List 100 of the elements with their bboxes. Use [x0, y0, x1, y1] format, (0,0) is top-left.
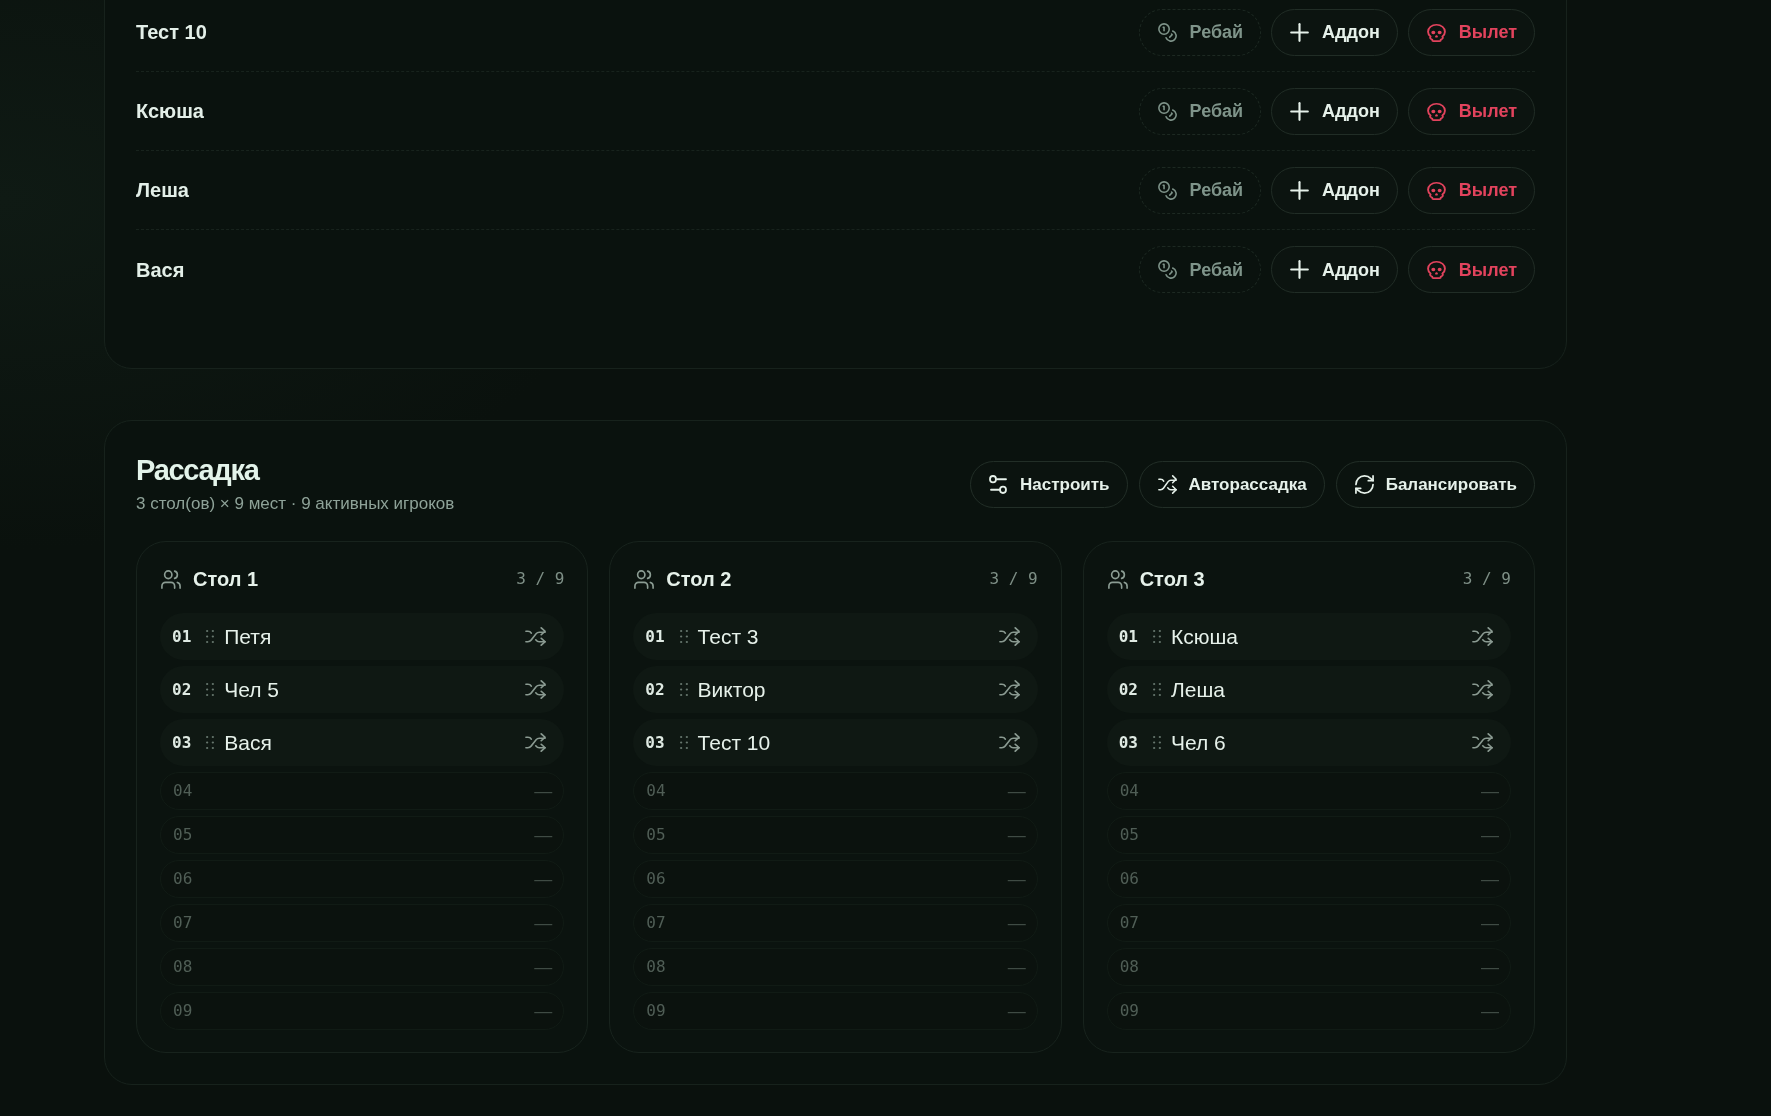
shuffle-icon[interactable]	[1472, 627, 1493, 646]
seat-row[interactable]: 01 Петя	[160, 613, 565, 660]
addon-button[interactable]: Аддон	[1271, 166, 1398, 214]
grip-icon[interactable]	[679, 683, 688, 696]
skull-icon	[1426, 22, 1446, 42]
seat-number: 08	[646, 956, 666, 978]
shuffle-icon[interactable]	[1472, 733, 1493, 752]
coins-icon	[1157, 260, 1177, 279]
player-name: Ксюша	[1170, 623, 1238, 650]
seat-row[interactable]: 03 Тест 10	[633, 719, 1038, 766]
seat-number: 07	[646, 912, 666, 934]
grip-icon[interactable]	[1152, 683, 1161, 696]
seat-number: 09	[646, 1000, 666, 1022]
player-name: Тест 10	[136, 20, 207, 45]
seat-count: 3 / 9	[516, 568, 565, 590]
seat-number: 01	[645, 625, 665, 648]
addon-button[interactable]: Аддон	[1271, 246, 1398, 293]
seat-row[interactable]: 01 Ксюша	[1106, 613, 1511, 660]
empty-seat-dash: —	[1481, 999, 1499, 1023]
shuffle-icon[interactable]	[998, 627, 1020, 646]
refresh-icon	[1354, 474, 1374, 494]
users-icon	[1107, 569, 1128, 589]
plus-icon	[1290, 260, 1310, 279]
player-name: Чел 5	[224, 676, 279, 703]
grip-icon[interactable]	[206, 630, 215, 643]
empty-seat-dash: —	[534, 823, 553, 847]
shuffle-icon[interactable]	[1472, 680, 1493, 699]
seat-number: 04	[173, 780, 193, 802]
addon-button[interactable]: Аддон	[1271, 8, 1398, 56]
seat-count: 3 / 9	[989, 568, 1038, 590]
plus-icon	[1290, 180, 1310, 200]
empty-seat-dash: —	[1007, 911, 1026, 935]
player-name: Виктор	[697, 676, 766, 703]
player-name: Вася	[224, 729, 272, 756]
bust-button[interactable]: Вылет	[1407, 87, 1535, 135]
bust-button[interactable]: Вылет	[1407, 8, 1535, 56]
grip-icon[interactable]	[206, 736, 215, 749]
shuffle-icon[interactable]	[525, 680, 547, 699]
seat-number: 05	[1119, 824, 1139, 846]
sliders-icon	[989, 474, 1008, 494]
addon-button[interactable]: Аддон	[1271, 87, 1398, 135]
section-title: Рассадка	[136, 453, 261, 487]
skull-icon	[1426, 101, 1446, 121]
empty-seat-dash: —	[1481, 911, 1499, 935]
seat-number: 06	[1119, 868, 1139, 890]
empty-seat-dash: —	[534, 867, 553, 891]
grip-icon[interactable]	[206, 683, 215, 696]
shuffle-icon[interactable]	[998, 733, 1020, 752]
empty-seat-dash: —	[1481, 867, 1499, 891]
player-name: Чел 6	[1170, 729, 1226, 756]
seat-number: 01	[1118, 625, 1138, 648]
empty-seat-dash: —	[1481, 779, 1499, 803]
balance-button[interactable]: Балансировать	[1335, 460, 1535, 508]
seat-number: 07	[173, 912, 193, 934]
player-name: Вася	[136, 257, 185, 283]
seat-number: 02	[1118, 678, 1138, 701]
coins-icon	[1157, 22, 1177, 42]
seat-row[interactable]: 03 Вася	[160, 719, 565, 766]
empty-seat-dash: —	[1007, 955, 1026, 979]
grip-icon[interactable]	[1152, 630, 1161, 643]
grip-icon[interactable]	[679, 736, 688, 749]
shuffle-icon[interactable]	[998, 680, 1020, 699]
seat-row[interactable]: 02 Чел 5	[160, 666, 565, 713]
player-name: Тест 3	[697, 623, 759, 650]
grip-icon[interactable]	[1152, 736, 1161, 749]
seat-number: 01	[172, 625, 192, 648]
seat-number: 05	[646, 824, 666, 846]
shuffle-icon[interactable]	[525, 627, 547, 646]
seat-row[interactable]: 03 Чел 6	[1106, 719, 1511, 766]
seat-number: 04	[646, 780, 666, 802]
configure-button[interactable]: Настроить	[970, 460, 1128, 508]
seat-row[interactable]: 01 Тест 3	[633, 613, 1038, 660]
table-title: Стол 1	[193, 567, 259, 592]
plus-icon	[1290, 101, 1310, 121]
empty-seat-dash: —	[1007, 867, 1026, 891]
table-title: Стол 2	[666, 567, 732, 592]
seat-number: 05	[173, 824, 193, 846]
seat-row[interactable]: 02 Виктор	[633, 666, 1038, 713]
seat-number: 06	[173, 868, 193, 890]
empty-seat-dash: —	[1481, 823, 1499, 847]
skull-icon	[1426, 260, 1446, 279]
bust-button[interactable]: Вылет	[1407, 246, 1535, 293]
auto-seat-button[interactable]: Авторассадка	[1138, 460, 1325, 508]
seat-number: 08	[1119, 956, 1139, 978]
users-icon	[634, 569, 655, 589]
seat-number: 06	[646, 868, 666, 890]
seat-number: 07	[1119, 912, 1139, 934]
coins-icon	[1157, 180, 1177, 200]
player-name: Леша	[1170, 676, 1225, 703]
seat-number: 09	[173, 1000, 193, 1022]
player-name: Леша	[136, 178, 189, 203]
section-subtitle: 3 стол(ов) × 9 мест · 9 активных игроков	[136, 493, 455, 515]
shuffle-icon[interactable]	[525, 733, 547, 752]
grip-icon[interactable]	[679, 630, 688, 643]
seat-number: 04	[1119, 780, 1139, 802]
bust-button[interactable]: Вылет	[1407, 166, 1535, 214]
empty-seat-dash: —	[1007, 779, 1026, 803]
seat-row[interactable]: 02 Леша	[1106, 666, 1511, 713]
player-name: Ксюша	[136, 99, 204, 124]
seat-number: 03	[1118, 731, 1138, 754]
